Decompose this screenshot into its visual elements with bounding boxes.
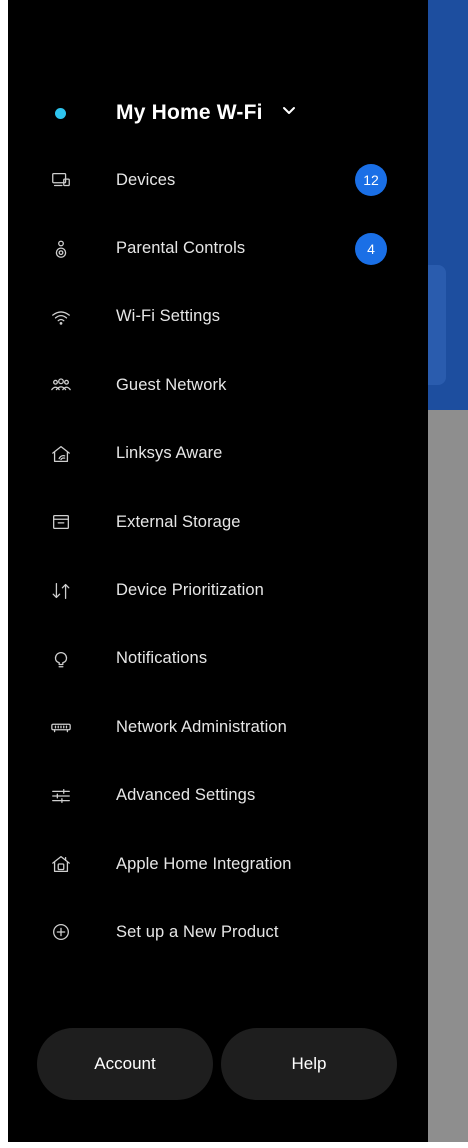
menu-item-external-storage[interactable]: External Storage [8, 488, 428, 556]
menu-item-label: Device Prioritization [116, 581, 264, 600]
menu-item-notifications[interactable]: Notifications [8, 625, 428, 693]
parental-controls-count-badge: 4 [355, 232, 387, 265]
wifi-icon [49, 305, 73, 329]
devices-count-badge: 12 [355, 164, 387, 197]
linksys-aware-icon [49, 442, 73, 466]
menu-item-label: Linksys Aware [116, 444, 223, 463]
menu-item-label: Network Administration [116, 717, 287, 736]
menu-item-label: Wi-Fi Settings [116, 307, 221, 326]
router-icon [49, 715, 73, 739]
menu-item-label: Advanced Settings [116, 786, 256, 805]
plus-circle-icon [49, 920, 73, 944]
external-storage-icon [49, 510, 73, 534]
prioritization-icon [49, 579, 73, 603]
menu-item-device-prioritization[interactable]: Device Prioritization [8, 556, 428, 624]
account-button[interactable]: Account [37, 1028, 213, 1100]
menu-item-advanced-settings[interactable]: Advanced Settings [8, 762, 428, 830]
guest-network-icon [49, 373, 73, 397]
apple-home-icon [49, 852, 73, 876]
menu-item-label: Set up a New Product [116, 922, 279, 941]
backdrop-card [428, 265, 446, 385]
menu-item-label: Apple Home Integration [116, 854, 292, 873]
menu-item-parental-controls[interactable]: Parental Controls 4 [8, 214, 428, 282]
parental-controls-icon [49, 237, 73, 261]
drawer-menu: Devices 12 Parental Controls 4 Wi-Fi Set… [8, 146, 428, 967]
navigation-drawer: My Home W-Fi Devices 12 Parental Control… [8, 0, 428, 1142]
menu-item-set-up-new-product[interactable]: Set up a New Product [8, 898, 428, 966]
help-button[interactable]: Help [221, 1028, 397, 1100]
menu-item-devices[interactable]: Devices 12 [8, 146, 428, 214]
network-status-dot [55, 107, 66, 119]
menu-item-label: Notifications [116, 649, 208, 668]
devices-icon [49, 168, 73, 192]
menu-item-label: Guest Network [116, 375, 227, 394]
notifications-icon [49, 647, 73, 671]
backdrop-overlay[interactable] [428, 410, 468, 1142]
menu-item-label: Devices [116, 170, 176, 189]
menu-item-apple-home-integration[interactable]: Apple Home Integration [8, 830, 428, 898]
menu-item-network-administration[interactable]: Network Administration [8, 693, 428, 761]
menu-item-label: External Storage [116, 512, 241, 531]
menu-item-linksys-aware[interactable]: Linksys Aware [8, 420, 428, 488]
chevron-down-icon [283, 107, 295, 114]
network-name: My Home W-Fi [116, 101, 263, 124]
menu-item-wifi-settings[interactable]: Wi-Fi Settings [8, 283, 428, 351]
menu-item-label: Parental Controls [116, 239, 246, 258]
sliders-icon [49, 784, 73, 808]
menu-item-guest-network[interactable]: Guest Network [8, 351, 428, 419]
network-selector[interactable]: My Home W-Fi [8, 88, 428, 138]
